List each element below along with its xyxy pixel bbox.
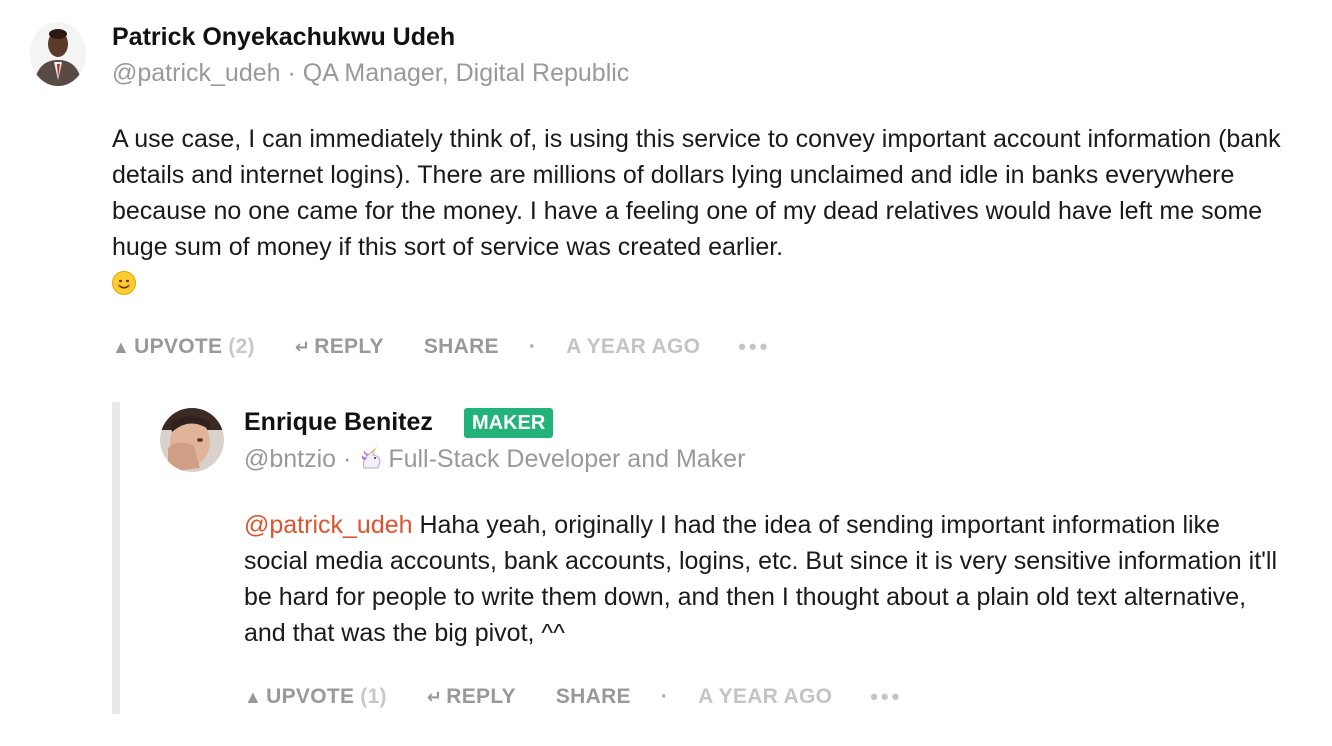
- separator-dot: ·: [528, 335, 537, 358]
- reply-label: REPLY: [446, 685, 516, 708]
- avatar[interactable]: [160, 408, 224, 472]
- author-meta: @bntzio · Full-Stack Developer and Maker: [244, 444, 745, 474]
- upvote-button[interactable]: ▲ UPVOTE (1): [244, 685, 387, 709]
- more-options-icon[interactable]: •••: [870, 684, 902, 710]
- author-name[interactable]: Patrick Onyekachukwu Udeh: [112, 22, 455, 52]
- reply-button[interactable]: ↵ REPLY: [427, 685, 516, 709]
- avatar-image: [160, 408, 224, 472]
- share-button[interactable]: SHARE: [424, 335, 499, 359]
- unicorn-icon: [358, 446, 384, 470]
- triangle-up-icon: ▲: [112, 336, 131, 357]
- avatar[interactable]: [30, 22, 86, 86]
- share-button[interactable]: SHARE: [556, 685, 631, 709]
- comment-body: A use case, I can immediately think of, …: [112, 121, 1302, 301]
- upvote-count: (2): [228, 335, 255, 358]
- timestamp[interactable]: A YEAR AGO: [698, 685, 832, 709]
- reply-arrow-icon: ↵: [426, 686, 443, 707]
- separator-dot: ·: [660, 685, 669, 708]
- avatar-image: [30, 22, 86, 86]
- comment-actions: ▲ UPVOTE (2) ↵ REPLY SHARE · A YEAR AGO …: [112, 332, 770, 362]
- reply-label: REPLY: [314, 335, 384, 358]
- comment-body: @patrick_udeh Haha yeah, originally I ha…: [244, 507, 1284, 651]
- comment-actions: ▲ UPVOTE (1) ↵ REPLY SHARE · A YEAR AGO …: [244, 682, 902, 712]
- mention-link[interactable]: @patrick_udeh: [244, 511, 413, 539]
- reply-arrow-icon: ↵: [294, 336, 311, 357]
- more-options-icon[interactable]: •••: [738, 334, 770, 360]
- comment-text: A use case, I can immediately think of, …: [112, 125, 1281, 261]
- upvote-label: UPVOTE: [266, 685, 355, 708]
- upvote-button[interactable]: ▲ UPVOTE (2): [112, 335, 255, 359]
- author-name[interactable]: Enrique Benitez: [244, 407, 433, 437]
- timestamp[interactable]: A YEAR AGO: [566, 335, 700, 359]
- author-meta: @patrick_udeh · QA Manager, Digital Repu…: [112, 59, 630, 87]
- smiling-face-icon: [112, 271, 136, 295]
- thread-line: [112, 402, 120, 714]
- author-handle[interactable]: @bntzio ·: [244, 445, 358, 473]
- maker-badge: MAKER: [464, 408, 554, 438]
- reply-button[interactable]: ↵ REPLY: [295, 335, 384, 359]
- upvote-label: UPVOTE: [134, 335, 223, 358]
- triangle-up-icon: ▲: [244, 686, 263, 707]
- author-headline: Full-Stack Developer and Maker: [388, 445, 746, 473]
- upvote-count: (1): [360, 685, 387, 708]
